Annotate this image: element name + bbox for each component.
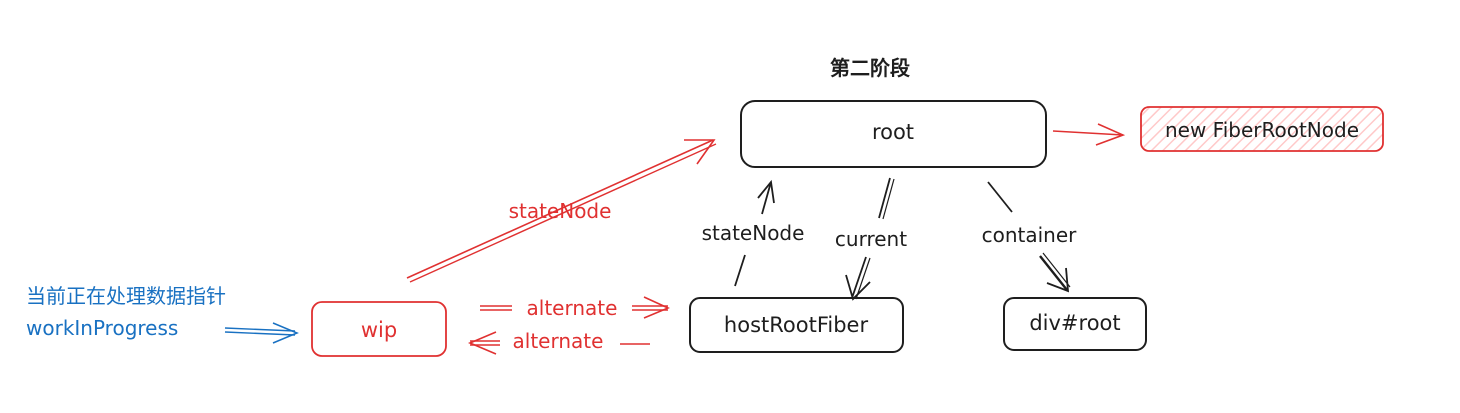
root-node[interactable]: root (740, 100, 1047, 168)
edge-root-to-host-label: current (835, 227, 907, 251)
host-root-fiber-node[interactable]: hostRootFiber (689, 297, 904, 353)
root-node-label: root (872, 120, 914, 144)
new-fiber-root-node-label: new FiberRootNode (1165, 118, 1359, 142)
edge-note-to-wip (224, 322, 299, 344)
note-line-1: 当前正在处理数据指针 (26, 284, 226, 308)
edge-wip-to-root-label: stateNode (509, 199, 612, 223)
new-fiber-root-node[interactable]: new FiberRootNode (1140, 106, 1384, 152)
wip-node[interactable]: wip (311, 301, 447, 357)
edge-host-to-wip-label: alternate (513, 329, 604, 353)
host-root-fiber-node-label: hostRootFiber (724, 313, 869, 337)
edge-wip-to-host-label: alternate (527, 296, 618, 320)
div-root-node-label: div#root (1029, 311, 1120, 335)
wip-node-label: wip (361, 318, 397, 342)
edge-root-to-fiber-root-node (1052, 123, 1126, 146)
diagram-canvas: 第二阶段 root new FiberRootNode hostRootFibe… (26, 56, 1384, 357)
edge-host-to-root-label: stateNode (702, 221, 805, 245)
edge-root-to-div-label: container (982, 223, 1078, 247)
note-line-2: workInProgress (26, 316, 178, 340)
div-root-node[interactable]: div#root (1003, 297, 1147, 351)
diagram-title: 第二阶段 (830, 56, 910, 80)
